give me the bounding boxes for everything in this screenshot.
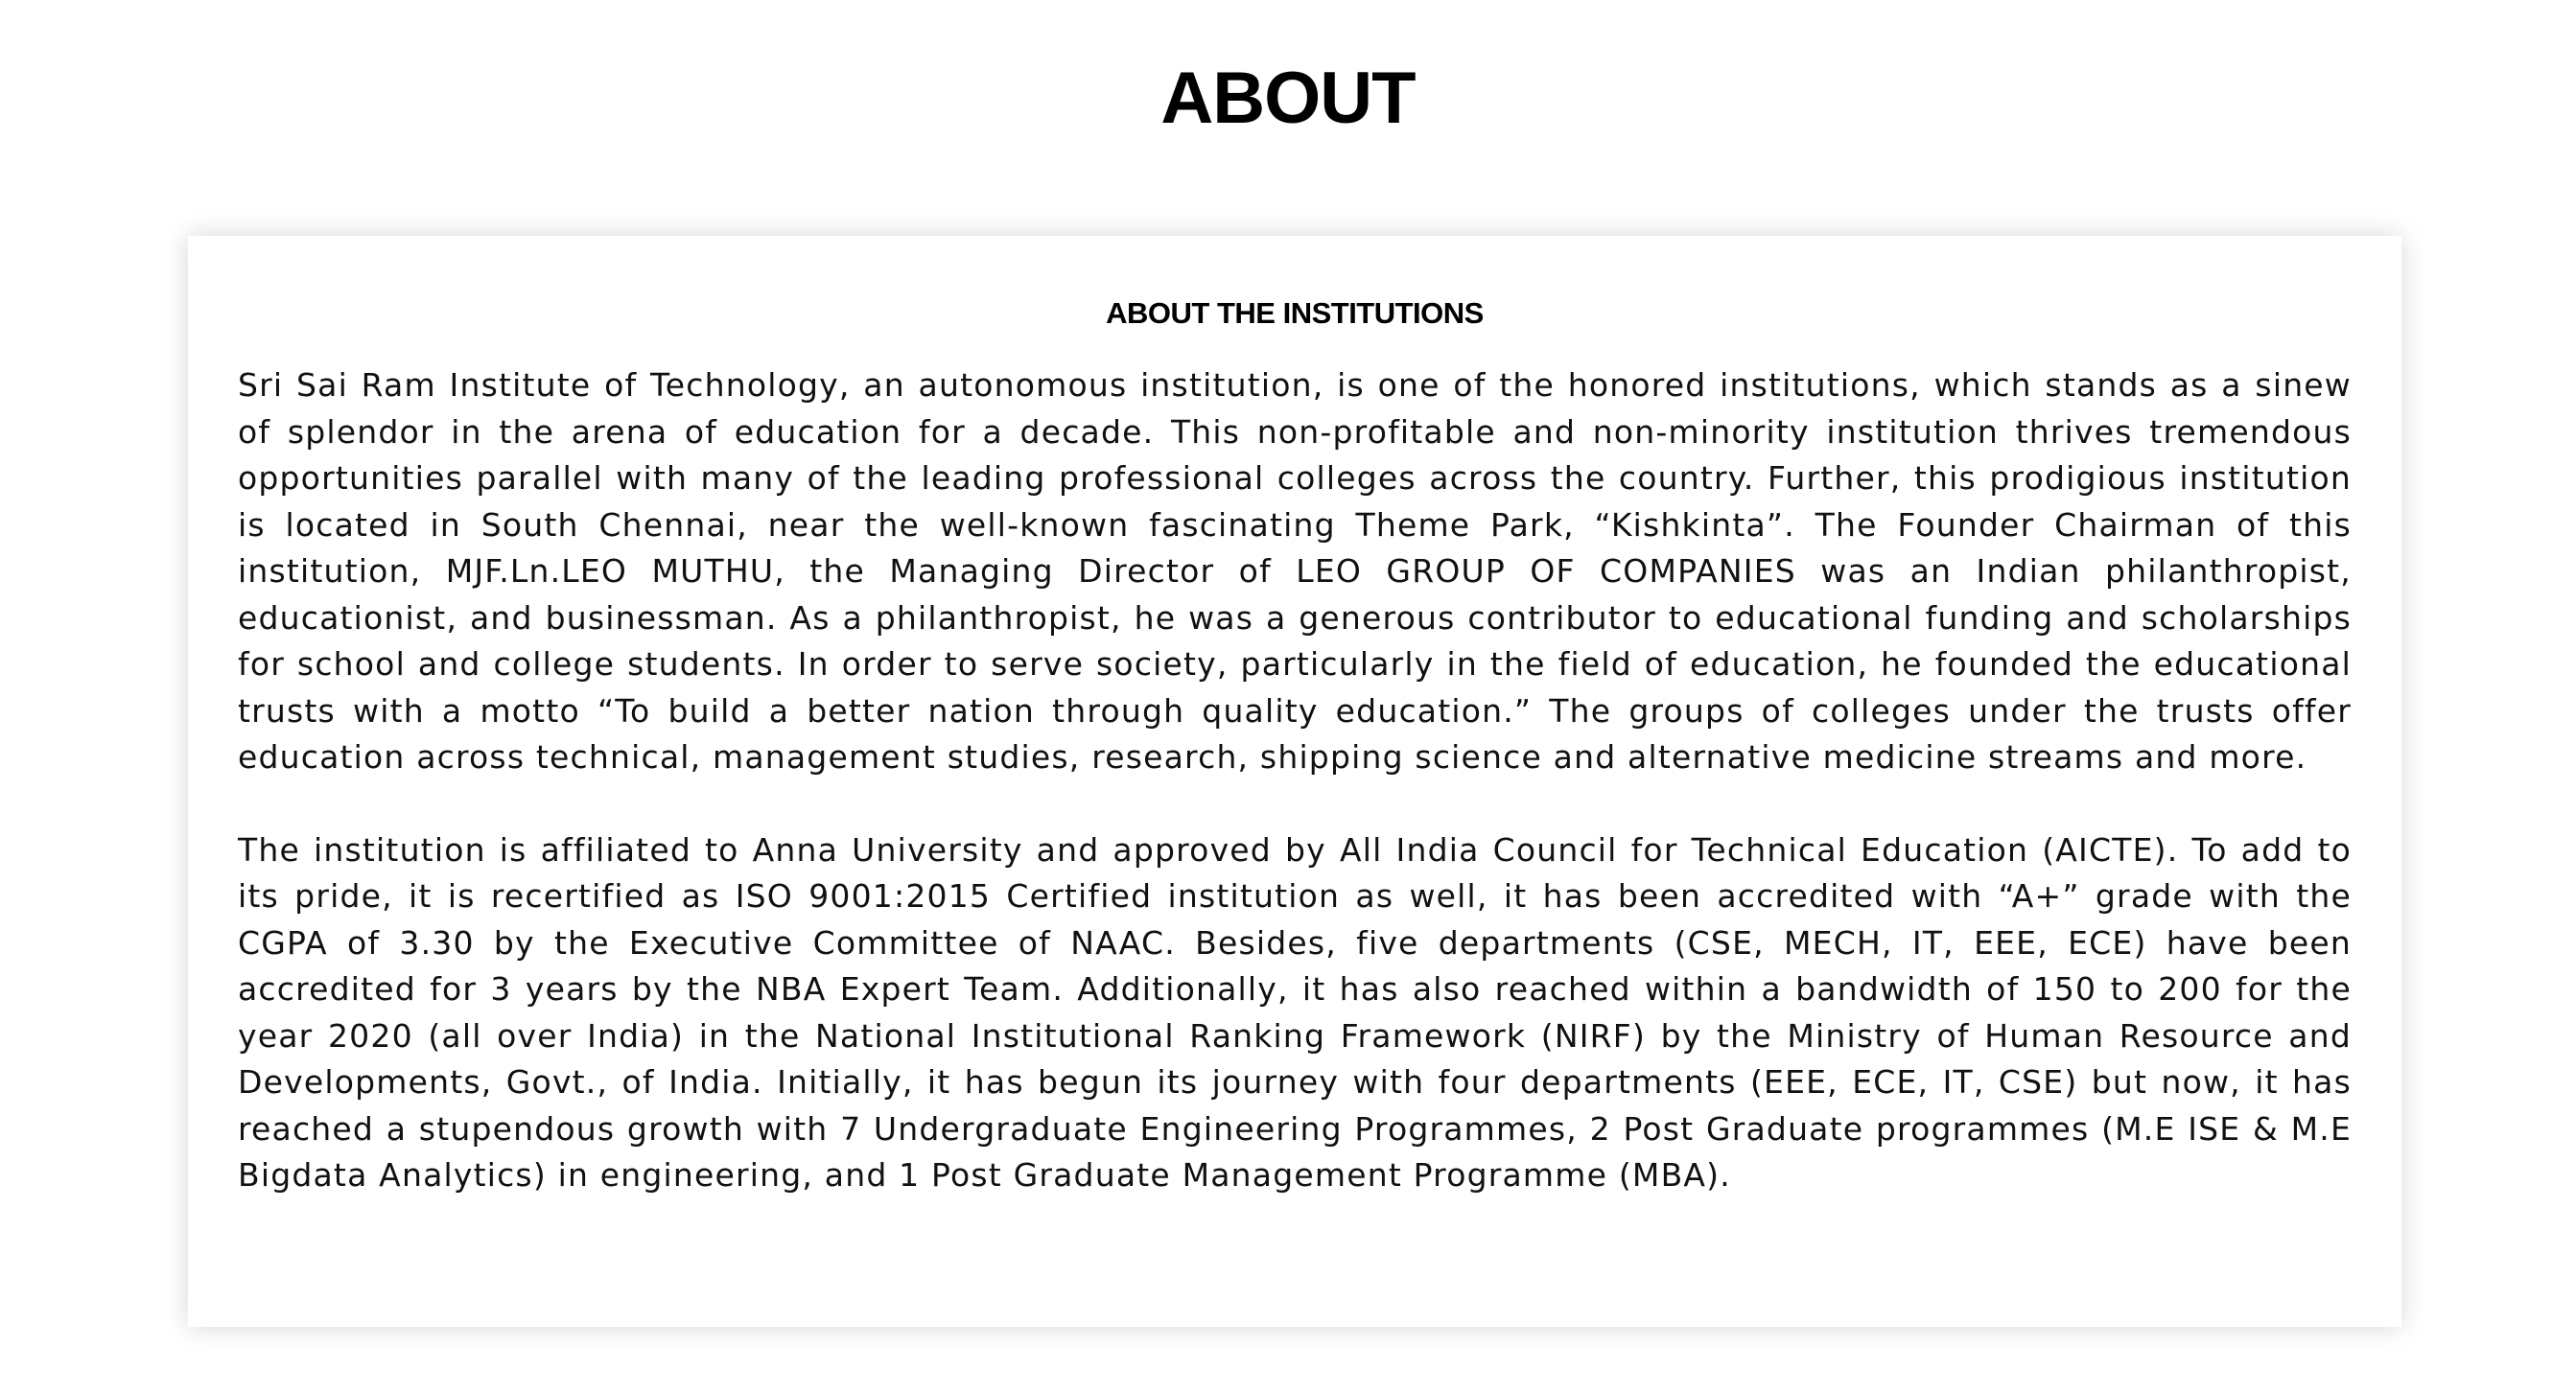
about-paragraph-1: Sri Sai Ram Institute of Technology, an … (238, 366, 2352, 776)
about-card: ABOUT THE INSTITUTIONS Sri Sai Ram Insti… (188, 236, 2401, 1327)
about-paragraph-2: The institution is affiliated to Anna Un… (238, 830, 2352, 1195)
page-title: ABOUT (1160, 58, 1416, 139)
card-heading: ABOUT THE INSTITUTIONS (1106, 296, 1484, 330)
